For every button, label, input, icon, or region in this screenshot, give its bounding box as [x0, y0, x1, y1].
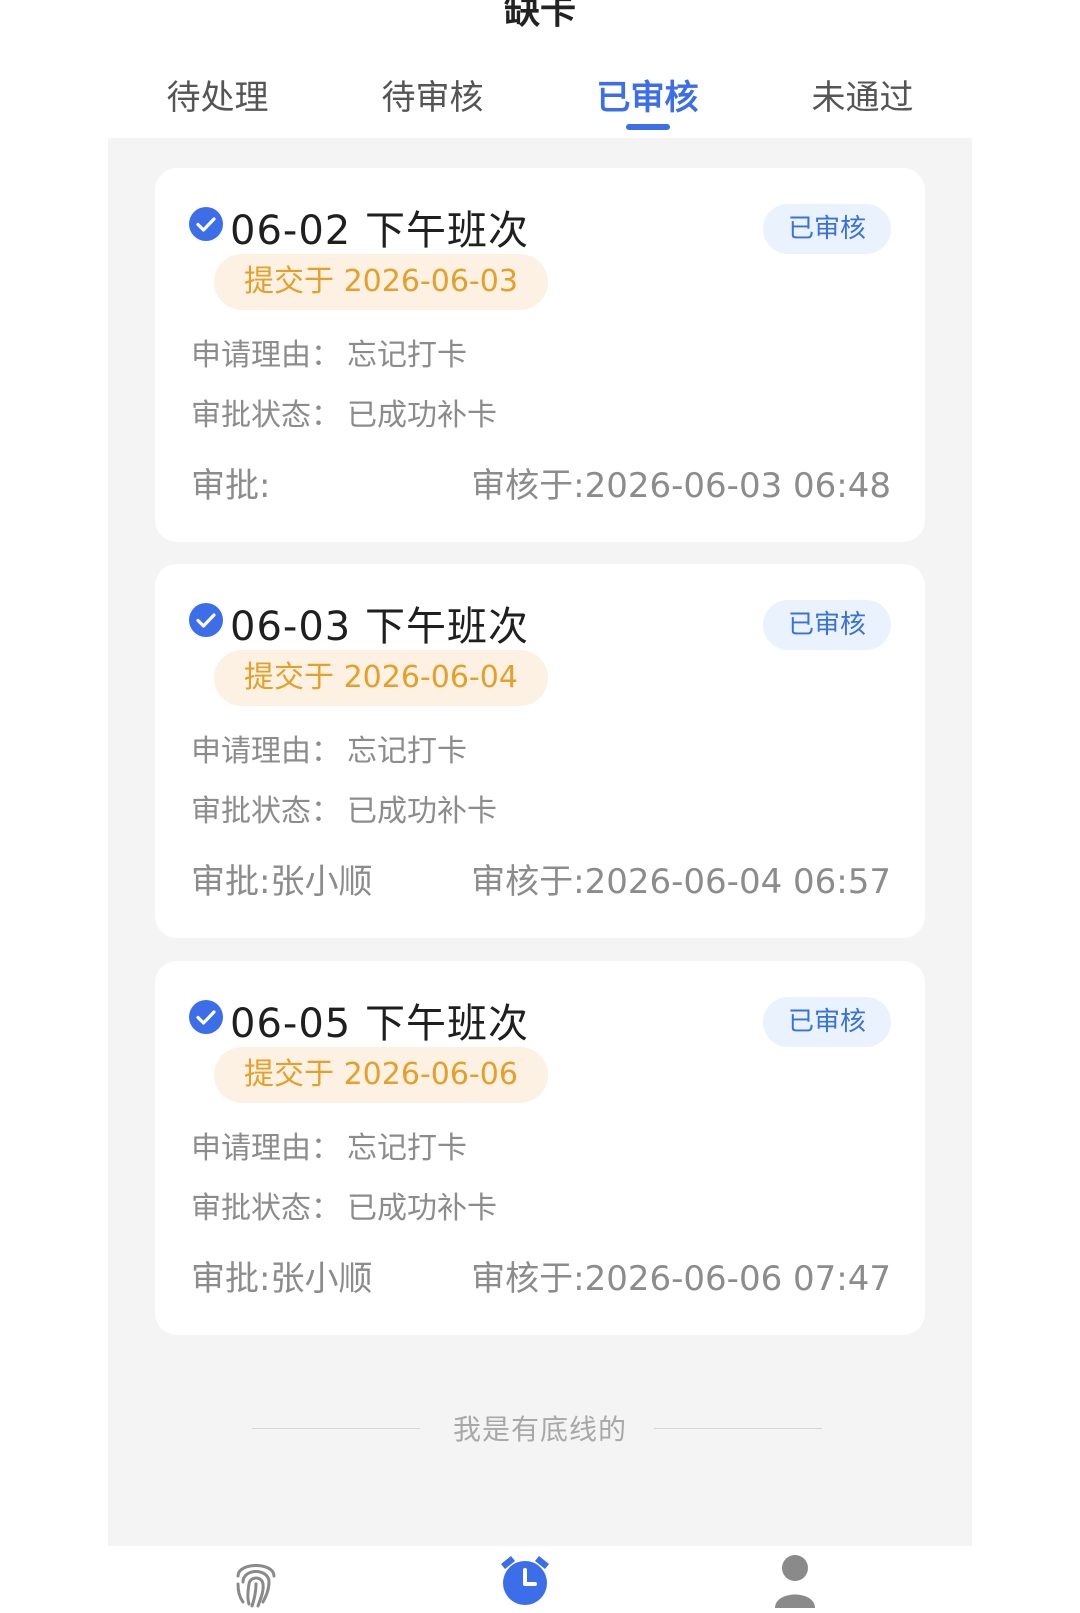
reason-label: 申请理由：	[191, 338, 341, 373]
record-card[interactable]: 06-03 下午班次 已审核 提交于 2026-06-04 申请理由： 忘记打卡 …	[155, 564, 925, 938]
record-card[interactable]: 06-02 下午班次 已审核 提交于 2026-06-03 申请理由： 忘记打卡 …	[155, 168, 925, 542]
status-badge: 已审核	[763, 204, 891, 254]
submitted-date: 提交于 2026-06-03	[214, 254, 548, 310]
end-of-list-text: 我是有底线的	[452, 1413, 627, 1446]
record-title: 06-05 下午班次	[230, 1001, 529, 1047]
approval-status-label: 审批状态：	[191, 1191, 341, 1226]
record-footer: 审批:张小顺 审核于:2026-06-04 06:57	[191, 854, 891, 903]
reviewed-time: 审核于:2026-06-03 06:48	[471, 466, 891, 506]
fingerprint-icon[interactable]	[230, 1552, 282, 1608]
end-of-list: 我是有底线的	[108, 1408, 972, 1448]
tab-pending[interactable]: 待处理	[110, 62, 325, 134]
record-list: 06-02 下午班次 已审核 提交于 2026-06-03 申请理由： 忘记打卡 …	[108, 138, 972, 1546]
check-circle-icon	[189, 603, 223, 637]
approval-status-value: 已成功补卡	[347, 1191, 497, 1226]
divider	[252, 1428, 420, 1429]
reason-value: 忘记打卡	[347, 734, 467, 769]
status-badge: 已审核	[763, 997, 891, 1047]
record-footer: 审批: 审核于:2026-06-03 06:48	[191, 458, 891, 507]
reason-field: 申请理由： 忘记打卡	[191, 726, 467, 770]
check-circle-icon	[189, 207, 223, 241]
reason-field: 申请理由： 忘记打卡	[191, 1123, 467, 1167]
reason-label: 申请理由：	[191, 734, 341, 769]
status-badge: 已审核	[763, 600, 891, 650]
reviewed-time: 审核于:2026-06-06 07:47	[471, 1259, 891, 1299]
approval-status-value: 已成功补卡	[347, 398, 497, 433]
record-card[interactable]: 06-05 下午班次 已审核 提交于 2026-06-06 申请理由： 忘记打卡 …	[155, 961, 925, 1335]
approval-status-field: 审批状态： 已成功补卡	[191, 390, 497, 434]
approval-status-label: 审批状态：	[191, 794, 341, 829]
bottom-nav	[0, 1546, 1080, 1613]
reason-field: 申请理由： 忘记打卡	[191, 330, 467, 374]
reason-value: 忘记打卡	[347, 338, 467, 373]
approval-status-value: 已成功补卡	[347, 794, 497, 829]
record-title: 06-03 下午班次	[230, 604, 529, 650]
check-circle-icon	[189, 1000, 223, 1034]
approver: 审批:张小顺	[191, 1259, 373, 1299]
approval-status-field: 审批状态： 已成功补卡	[191, 1183, 497, 1227]
submitted-date: 提交于 2026-06-04	[214, 650, 548, 706]
divider	[654, 1428, 822, 1429]
page-title: 缺卡	[503, 0, 576, 32]
approver: 审批:	[191, 466, 271, 506]
approval-status-label: 审批状态：	[191, 398, 341, 433]
approval-status-field: 审批状态： 已成功补卡	[191, 786, 497, 830]
tab-awaiting-review[interactable]: 待审核	[325, 62, 540, 134]
alarm-clock-icon[interactable]	[497, 1552, 553, 1608]
tab-bar: 待处理 待审核 已审核 未通过	[110, 62, 970, 134]
approver: 审批:张小顺	[191, 862, 373, 902]
reason-label: 申请理由：	[191, 1131, 341, 1166]
record-title: 06-02 下午班次	[230, 208, 529, 254]
user-icon[interactable]	[773, 1552, 817, 1608]
reviewed-time: 审核于:2026-06-04 06:57	[471, 862, 891, 902]
tab-rejected[interactable]: 未通过	[755, 62, 970, 134]
submitted-date: 提交于 2026-06-06	[214, 1047, 548, 1103]
tab-reviewed[interactable]: 已审核	[540, 62, 755, 134]
record-footer: 审批:张小顺 审核于:2026-06-06 07:47	[191, 1251, 891, 1300]
reason-value: 忘记打卡	[347, 1131, 467, 1166]
